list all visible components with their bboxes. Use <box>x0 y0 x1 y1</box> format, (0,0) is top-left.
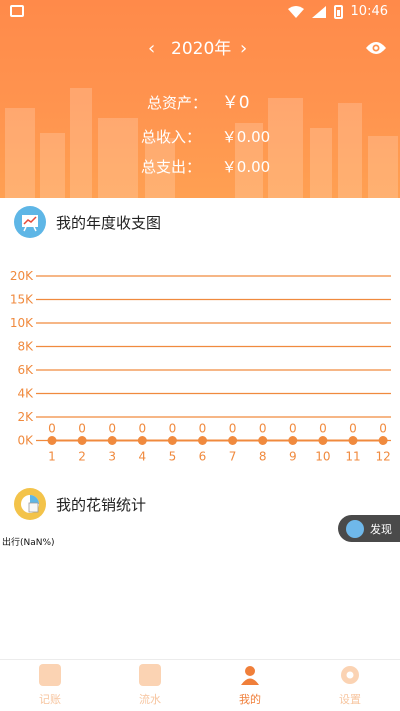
nav-item-settings[interactable]: 设置 <box>300 660 400 711</box>
nav-item-flow[interactable]: 流水 <box>100 660 200 711</box>
presentation-chart-icon <box>14 206 46 238</box>
data-point <box>198 436 207 445</box>
gear-icon <box>341 666 359 684</box>
trend-icon <box>139 664 161 686</box>
header-banner: 10:46 ‹ 2020年 › 总资产： ￥0 总收入： ￥0.00 总支出： … <box>0 0 400 198</box>
nav-item-record[interactable]: 记账 <box>0 660 100 711</box>
x-tick-label: 12 <box>375 450 390 464</box>
total-expense: 总支出： ￥0.00 <box>141 158 271 176</box>
spending-title: 我的花销统计 <box>14 487 146 521</box>
data-label: 0 <box>169 422 177 436</box>
data-label: 0 <box>108 422 116 436</box>
nav-item-mine[interactable]: 我的 <box>200 660 300 711</box>
data-label: 0 <box>48 422 56 436</box>
data-point <box>258 436 268 445</box>
signal-icon <box>311 5 326 18</box>
y-tick-label: 4K <box>17 387 34 401</box>
bottom-nav: 记账 流水 我的 设置 <box>0 659 400 711</box>
gallery-icon <box>10 5 24 17</box>
x-tick-label: 1 <box>48 450 56 464</box>
status-bar: 10:46 <box>0 0 400 24</box>
y-tick-label: 0K <box>17 434 34 448</box>
chart-svg: 20K15K10K8K6K4K2K0K010203040506070809010… <box>10 269 391 464</box>
total-income: 总收入： ￥0.00 <box>141 128 271 146</box>
prev-year-button[interactable]: ‹ <box>148 38 155 60</box>
y-tick-label: 6K <box>17 363 34 377</box>
x-tick-label: 9 <box>289 450 297 464</box>
battery-icon <box>333 4 343 19</box>
x-tick-label: 11 <box>345 450 360 464</box>
y-tick-label: 15K <box>10 293 34 307</box>
next-year-button[interactable]: › <box>240 38 247 60</box>
pie-chart-icon <box>14 488 46 520</box>
x-tick-label: 10 <box>315 450 330 464</box>
y-tick-label: 2K <box>17 410 34 424</box>
x-tick-label: 3 <box>108 450 116 464</box>
data-label: 0 <box>289 422 297 436</box>
data-point <box>167 436 177 445</box>
user-icon <box>241 666 259 685</box>
spending-legend-label: 出行(NaN%) <box>2 538 55 548</box>
data-point <box>107 436 117 445</box>
data-label: 0 <box>138 422 146 436</box>
year-label: 2020年 <box>171 39 232 59</box>
x-tick-label: 4 <box>138 450 146 464</box>
eye-icon[interactable] <box>365 40 387 56</box>
annual-line-chart: 20K 15K 10K 8K 6K 4K 2K 0K 0 1 0 2 0 3 0 4 0 5 0 6 0 7 0 8 0 9 0 10… <box>0 262 400 472</box>
x-tick-label: 6 <box>199 450 207 464</box>
discover-button[interactable]: 发现 <box>338 515 400 542</box>
x-tick-label: 2 <box>78 450 86 464</box>
data-point <box>137 436 147 445</box>
total-assets: 总资产： ￥0 <box>147 93 250 113</box>
clock: 10:46 <box>350 4 388 19</box>
x-tick-label: 7 <box>229 450 237 464</box>
data-point <box>228 436 238 445</box>
data-label: 0 <box>319 422 327 436</box>
y-tick-label: 8K <box>17 340 34 354</box>
data-point <box>378 436 388 445</box>
data-point <box>47 436 57 445</box>
annual-chart-title: 我的年度收支图 <box>14 205 161 239</box>
year-selector: ‹ 2020年 › <box>0 38 400 62</box>
data-label: 0 <box>229 422 237 436</box>
x-tick-label: 8 <box>259 450 267 464</box>
data-label: 0 <box>199 422 207 436</box>
y-tick-label: 20K <box>10 269 34 283</box>
data-label: 0 <box>259 422 267 436</box>
notebook-icon <box>39 664 61 686</box>
data-point <box>288 436 298 445</box>
data-point <box>348 436 358 445</box>
x-tick-label: 5 <box>169 450 177 464</box>
wifi-icon <box>287 5 304 18</box>
data-point <box>77 436 87 445</box>
y-tick-label: 10K <box>10 316 34 330</box>
data-point <box>318 436 328 445</box>
newspaper-icon <box>346 519 364 538</box>
data-label: 0 <box>349 422 357 436</box>
data-label: 0 <box>78 422 86 436</box>
data-label: 0 <box>379 422 387 436</box>
